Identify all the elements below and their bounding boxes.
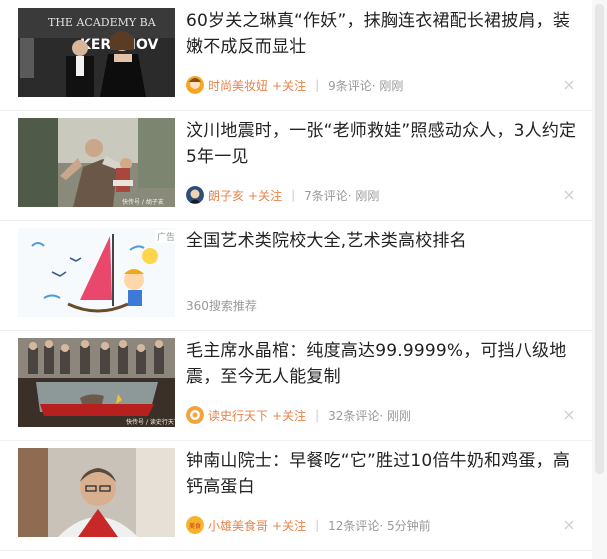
article-meta: 时尚美妆妞 +关注 | 9条评论 · 刚刚 [186, 75, 403, 95]
publish-time: · 刚刚 [347, 188, 380, 203]
thumbnail-image[interactable]: 快传号 / 胡子亥 [18, 118, 175, 207]
feed-item[interactable]: 快传号 / 读史行天下 毛主席水晶棺：纯度高达99.9999%，可挡八级地震，至… [0, 330, 592, 441]
thumbnail-image[interactable]: 广告 [18, 228, 175, 317]
meta-separator: | [315, 408, 320, 422]
comment-count[interactable]: 32条评论 [328, 407, 379, 424]
author-name[interactable]: 小雄美食哥 [208, 517, 268, 534]
article-title[interactable]: 毛主席水晶棺：纯度高达99.9999%，可挡八级地震，至今无人能复制 [186, 338, 578, 390]
author-avatar[interactable] [186, 406, 204, 424]
author-name[interactable]: 读史行天下 [208, 407, 268, 424]
ad-source: 360搜索推荐 [186, 298, 257, 313]
thumbnail-image[interactable]: THE ACADEMY BA KERAMOV [18, 8, 175, 97]
author-name[interactable]: 时尚美妆妞 [208, 77, 268, 94]
publish-time: · 刚刚 [379, 408, 412, 423]
ad-badge: 广告 [157, 231, 175, 243]
article-meta: 美食 小雄美食哥 +关注 | 12条评论 · 5分钟前 [186, 515, 431, 535]
avatar-text: 美食 [189, 522, 201, 530]
follow-button[interactable]: +关注 [272, 77, 306, 94]
scrollbar-thumb[interactable] [595, 4, 604, 474]
article-meta: 360搜索推荐 [186, 295, 257, 315]
feed-item[interactable]: 钟南山院士：早餐吃“它”胜过10倍牛奶和鸡蛋，高钙高蛋白 美食 小雄美食哥 +关… [0, 440, 592, 551]
author-name[interactable]: 朗子亥 [208, 187, 244, 204]
follow-button[interactable]: +关注 [248, 187, 282, 204]
feed-item[interactable]: 快传号 / 胡子亥 汶川地震时，一张“老师救娃”照感动众人，3人约定5年一见 朗… [0, 110, 592, 221]
comment-count[interactable]: 7条评论 [304, 187, 348, 204]
close-icon[interactable] [564, 80, 574, 90]
close-icon[interactable] [564, 410, 574, 420]
scrollbar[interactable] [592, 0, 607, 559]
article-meta: 朗子亥 +关注 | 7条评论 · 刚刚 [186, 185, 379, 205]
meta-separator: | [315, 518, 320, 532]
thumb-caption: 快传号 / 胡子亥 [122, 198, 164, 206]
author-avatar[interactable] [186, 76, 204, 94]
thumb-sign-text: THE ACADEMY BA [48, 16, 157, 29]
close-icon[interactable] [564, 520, 574, 530]
close-icon[interactable] [564, 190, 574, 200]
thumbnail-image[interactable]: 快传号 / 读史行天下 [18, 338, 175, 427]
author-avatar[interactable] [186, 186, 204, 204]
follow-button[interactable]: +关注 [272, 407, 306, 424]
feed-item[interactable]: THE ACADEMY BA KERAMOV 60岁关之琳真“作妖”，抹胸连衣裙… [0, 0, 592, 111]
comment-count[interactable]: 12条评论 [328, 517, 379, 534]
comment-count[interactable]: 9条评论 [328, 77, 372, 94]
thumb-caption: 快传号 / 读史行天下 [126, 418, 175, 426]
news-feed: THE ACADEMY BA KERAMOV 60岁关之琳真“作妖”，抹胸连衣裙… [0, 0, 607, 559]
article-title[interactable]: 汶川地震时，一张“老师救娃”照感动众人，3人约定5年一见 [186, 118, 578, 170]
meta-separator: | [315, 78, 320, 92]
feed-item-ad[interactable]: 广告 全国艺术类院校大全,艺术类高校排名 360搜索推荐 [0, 220, 592, 331]
meta-separator: | [291, 188, 296, 202]
author-avatar[interactable]: 美食 [186, 516, 204, 534]
article-title[interactable]: 全国艺术类院校大全,艺术类高校排名 [186, 228, 578, 254]
thumbnail-image[interactable] [18, 448, 175, 537]
article-title[interactable]: 钟南山院士：早餐吃“它”胜过10倍牛奶和鸡蛋，高钙高蛋白 [186, 448, 578, 500]
article-meta: 读史行天下 +关注 | 32条评论 · 刚刚 [186, 405, 411, 425]
article-title[interactable]: 60岁关之琳真“作妖”，抹胸连衣裙配长裙披肩，装嫩不成反而显壮 [186, 8, 578, 60]
publish-time: · 刚刚 [371, 78, 404, 93]
publish-time: · 5分钟前 [379, 518, 431, 533]
follow-button[interactable]: +关注 [272, 517, 306, 534]
